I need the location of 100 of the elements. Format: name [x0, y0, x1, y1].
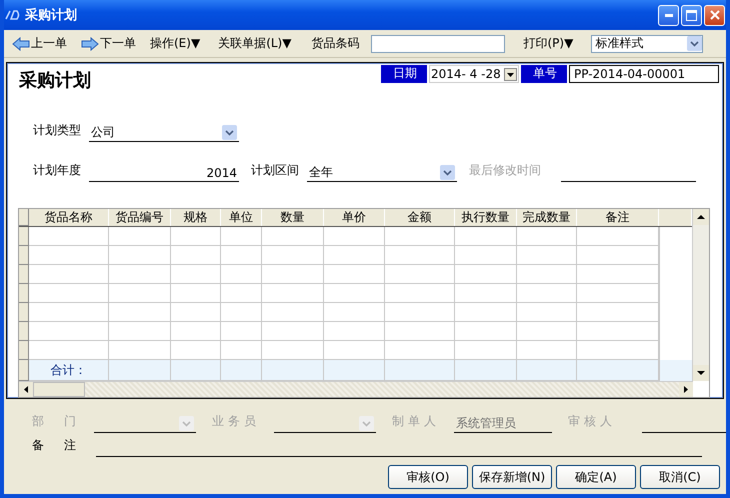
maximize-icon: [686, 10, 697, 20]
action-button[interactable]: 审核(O): [388, 465, 468, 489]
column-header[interactable]: 单位: [221, 209, 262, 226]
column-header[interactable]: 单价: [324, 209, 385, 226]
table-cell: [385, 303, 455, 322]
combo-field[interactable]: 公司: [89, 124, 239, 142]
dropdown-icon: [179, 416, 194, 431]
table-cell: [171, 284, 221, 303]
next-button[interactable]: 下一单: [77, 32, 140, 54]
table-cell: [262, 227, 324, 246]
dropdown-icon: [222, 125, 237, 140]
column-header[interactable]: 规格: [171, 209, 221, 226]
style-select[interactable]: 标准样式: [591, 34, 704, 52]
table-cell: [221, 303, 262, 322]
table-cell: [262, 246, 324, 265]
column-header[interactable]: 货品编号: [109, 209, 171, 226]
action-button[interactable]: 确定(A): [556, 465, 636, 489]
table-cell: [171, 322, 221, 341]
dropdown-icon: [359, 416, 374, 431]
row-header[interactable]: [19, 341, 29, 360]
table-cell: [455, 322, 517, 341]
column-header[interactable]: 执行数量: [455, 209, 517, 226]
close-button[interactable]: [704, 4, 725, 26]
date-label: 日期: [381, 65, 427, 83]
close-icon: [710, 10, 720, 20]
action-button[interactable]: 保存新增(N): [472, 465, 552, 489]
table-cell: [171, 303, 221, 322]
table-cell: [385, 265, 455, 284]
left-arrow-icon: [12, 36, 30, 50]
app-logo-icon: [5, 10, 21, 20]
maximize-button[interactable]: [681, 4, 702, 26]
scroll-thumb[interactable]: [33, 382, 85, 397]
field-label: 审核人: [568, 413, 616, 430]
table-cell: [385, 322, 455, 341]
row-header[interactable]: [19, 284, 29, 303]
table-cell: [109, 322, 171, 341]
table-cell: [324, 265, 385, 284]
table-cell: [109, 265, 171, 284]
table-cell: [171, 246, 221, 265]
field-label: 计划年度: [33, 162, 81, 179]
field-label: 计划类型: [33, 122, 81, 139]
table-cell: [517, 246, 577, 265]
menu-button[interactable]: 关联单据(L)▼: [214, 32, 296, 54]
minimize-button[interactable]: [658, 4, 679, 26]
table-cell: [171, 265, 221, 284]
previous-button[interactable]: 上一单: [8, 32, 71, 54]
horizontal-scrollbar[interactable]: [19, 381, 693, 397]
barcode-field[interactable]: [371, 34, 506, 52]
row-header: [19, 360, 29, 381]
table-cell: [109, 303, 171, 322]
table-cell: [262, 284, 324, 303]
table-cell: [221, 227, 262, 246]
field-label: 部 门: [32, 413, 80, 430]
table-cell: [517, 227, 577, 246]
menu-button[interactable]: 打印(P)▼: [519, 32, 578, 54]
table-cell: [455, 284, 517, 303]
table-cell: [517, 322, 577, 341]
table-cell: [221, 322, 262, 341]
table-cell: [221, 246, 262, 265]
row-header[interactable]: [19, 246, 29, 265]
table-cell: [324, 303, 385, 322]
table-cell: [324, 227, 385, 246]
table-cell: [385, 246, 455, 265]
column-header[interactable]: 金额: [385, 209, 455, 226]
column-header[interactable]: 完成数量: [517, 209, 577, 226]
table-cell: [517, 284, 577, 303]
column-header[interactable]: 备注: [577, 209, 659, 226]
table-cell: [262, 265, 324, 284]
combo-field[interactable]: 全年: [307, 164, 457, 182]
date-field[interactable]: 2014- 4 -28: [429, 65, 519, 83]
field-label: 最后修改时间: [469, 162, 541, 179]
window-title: 采购计划: [25, 6, 78, 24]
menu-button[interactable]: 操作(E)▼: [146, 32, 204, 54]
vertical-scrollbar[interactable]: [692, 209, 709, 381]
row-header[interactable]: [19, 265, 29, 284]
row-header[interactable]: [19, 303, 29, 322]
row-header[interactable]: [19, 227, 29, 246]
table-cell: [109, 284, 171, 303]
table-cell: [455, 303, 517, 322]
table-cell: [455, 227, 517, 246]
scroll-down-icon: [693, 365, 709, 381]
table-cell: [221, 265, 262, 284]
action-button[interactable]: 取消(C): [640, 465, 720, 489]
table-cell: [171, 227, 221, 246]
table-cell: [455, 246, 517, 265]
table-cell: [517, 265, 577, 284]
column-header[interactable]: 数量: [262, 209, 324, 226]
table-cell: [324, 284, 385, 303]
right-arrow-icon: [81, 36, 99, 50]
row-header[interactable]: [19, 322, 29, 341]
table-cell: [109, 227, 171, 246]
table-cell: [385, 227, 455, 246]
year-field[interactable]: 2014: [89, 164, 239, 182]
form-heading: 采购计划: [19, 69, 91, 92]
field-label: 业务员: [212, 413, 260, 430]
number-label: 单号: [521, 65, 567, 83]
scroll-up-icon: [693, 209, 709, 225]
column-header[interactable]: 货品名称: [29, 209, 109, 226]
barcode-label: 货品条码: [311, 35, 360, 52]
table-cell: [324, 322, 385, 341]
